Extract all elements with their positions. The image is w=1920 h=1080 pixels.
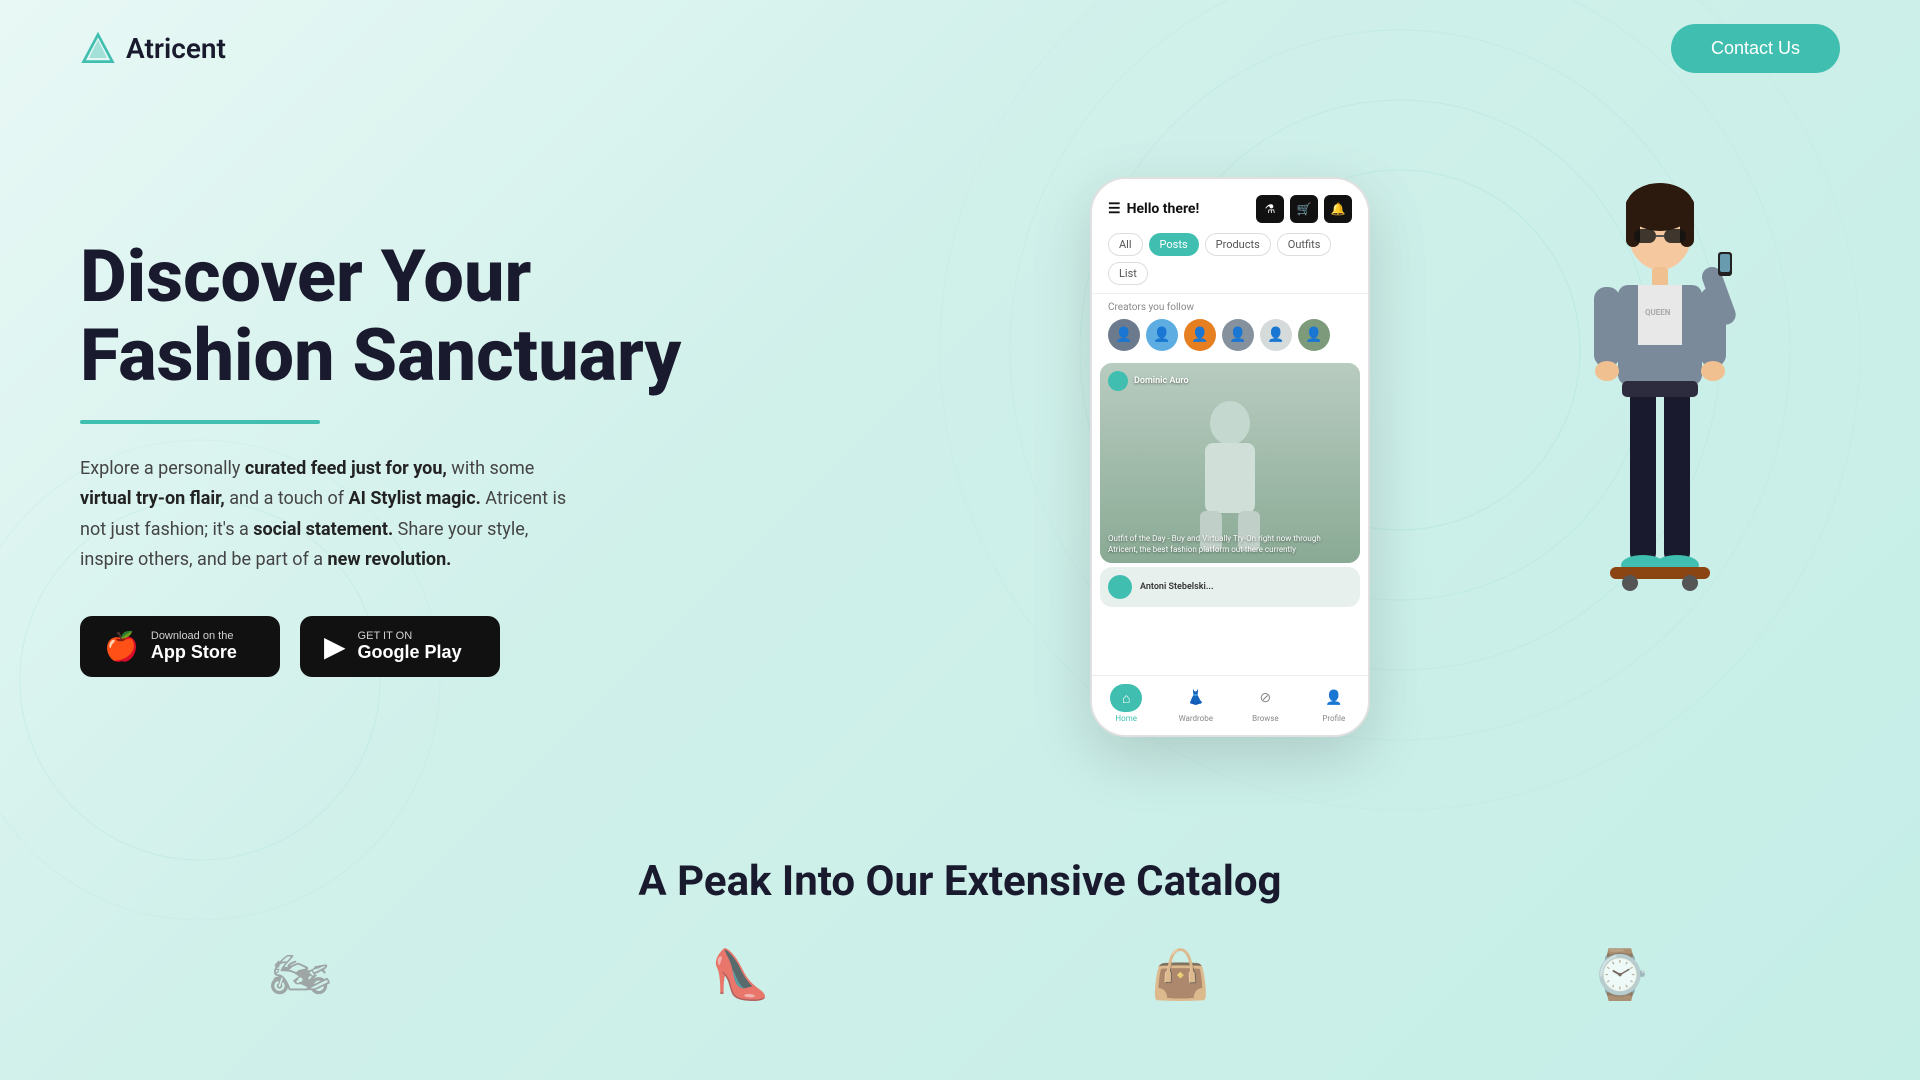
apple-icon: 🍎: [104, 630, 139, 663]
post-username: Dominic Auro: [1134, 376, 1189, 386]
logo-icon: [80, 31, 116, 67]
bell-icon[interactable]: 🔔: [1324, 195, 1352, 223]
phone-tabs: All Posts Products Outfits List: [1108, 233, 1352, 285]
contact-us-button[interactable]: Contact Us: [1671, 24, 1840, 73]
bottom-icon-1: 🏍: [270, 946, 331, 1003]
watch-icon: ⌚: [1590, 946, 1650, 1003]
profile-icon: 👤: [1325, 690, 1342, 706]
post-card-inner: Dominic Auro Outfit of the Day - Buy and…: [1100, 363, 1360, 563]
home-icon: ⌂: [1122, 690, 1130, 707]
nav-profile-label: Profile: [1322, 714, 1345, 723]
shoe-icon: 👠: [711, 946, 771, 1003]
bottom-icon-2: 👠: [711, 946, 771, 1003]
motorcycle-icon: 🏍: [270, 946, 331, 1003]
nav-profile-icon-wrap: 👤: [1318, 684, 1350, 712]
catalog-title: A Peak Into Our Extensive Catalog: [80, 857, 1840, 906]
hero-description: Explore a personally curated feed just f…: [80, 454, 580, 576]
phone-header: ☰ Hello there! ⚗ 🛒 🔔 All Posts Products …: [1092, 179, 1368, 294]
google-play-sub: GET IT ON: [358, 630, 413, 642]
bottom-icons-row: 🏍 👠 👜 ⌚: [0, 926, 1920, 1003]
post2-username: Antoni Stebelski...: [1140, 582, 1214, 592]
creators-label: Creators you follow: [1108, 302, 1352, 313]
nav-wardrobe-label: Wardrobe: [1179, 714, 1213, 723]
creators-avatars: 👤 👤 👤 👤 👤 👤: [1108, 319, 1352, 351]
cart-icon[interactable]: 🛒: [1290, 195, 1318, 223]
tab-products[interactable]: Products: [1205, 233, 1271, 256]
post-card-1[interactable]: Dominic Auro Outfit of the Day - Buy and…: [1100, 363, 1360, 563]
nav-home-label: Home: [1115, 714, 1137, 723]
hero-visual: ☰ Hello there! ⚗ 🛒 🔔 All Posts Products …: [700, 157, 1840, 757]
brand-name: Atricent: [126, 32, 226, 65]
bottom-icon-4: ⌚: [1590, 946, 1650, 1003]
nav-browse-icon-wrap: ⊘: [1249, 684, 1281, 712]
nav-wardrobe-icon-wrap: 👗: [1180, 684, 1212, 712]
phone-greeting: ☰ Hello there!: [1108, 201, 1199, 217]
title-underline: [80, 420, 320, 424]
phone-mockup: ☰ Hello there! ⚗ 🛒 🔔 All Posts Products …: [1090, 177, 1370, 737]
tab-posts[interactable]: Posts: [1149, 233, 1199, 256]
fashion-figure: QUEEN: [1580, 177, 1740, 697]
app-store-button[interactable]: 🍎 Download on the App Store: [80, 616, 280, 677]
post-card-2[interactable]: Antoni Stebelski...: [1100, 567, 1360, 607]
nav-home-icon-wrap: ⌂: [1110, 684, 1142, 712]
google-play-main: Google Play: [358, 642, 462, 663]
creator-avatar-1[interactable]: 👤: [1108, 319, 1140, 351]
bag-icon: 👜: [1151, 946, 1211, 1003]
tab-all[interactable]: All: [1108, 233, 1143, 256]
creator-avatar-6[interactable]: 👤: [1298, 319, 1330, 351]
nav-home[interactable]: ⌂ Home: [1110, 684, 1142, 723]
app-buttons: 🍎 Download on the App Store ▶ GET IT ON …: [80, 616, 700, 677]
phone-top-row: ☰ Hello there! ⚗ 🛒 🔔: [1108, 195, 1352, 223]
phone-bottom-nav: ⌂ Home 👗 Wardrobe ⊘ Browse: [1092, 675, 1368, 735]
post-user-info: Dominic Auro: [1108, 371, 1189, 391]
svg-text:QUEEN: QUEEN: [1645, 308, 1671, 317]
post-avatar: [1108, 371, 1128, 391]
post-caption: Outfit of the Day - Buy and Virtually Tr…: [1108, 534, 1352, 555]
creator-avatar-5[interactable]: 👤: [1260, 319, 1292, 351]
hero-title: Discover Your Fashion Sanctuary: [80, 237, 700, 395]
nav-wardrobe[interactable]: 👗 Wardrobe: [1179, 684, 1213, 723]
creator-avatar-3[interactable]: 👤: [1184, 319, 1216, 351]
creator-avatar-4[interactable]: 👤: [1222, 319, 1254, 351]
app-store-main: App Store: [151, 642, 237, 663]
hero-section: Discover Your Fashion Sanctuary Explore …: [0, 97, 1920, 797]
nav-browse-label: Browse: [1252, 714, 1279, 723]
phone-action-icons: ⚗ 🛒 🔔: [1256, 195, 1352, 223]
catalog-section: A Peak Into Our Extensive Catalog: [0, 797, 1920, 926]
app-store-sub: Download on the: [151, 630, 234, 642]
google-play-icon: ▶: [324, 630, 346, 663]
logo: Atricent: [80, 31, 226, 67]
google-play-button[interactable]: ▶ GET IT ON Google Play: [300, 616, 500, 677]
hero-content: Discover Your Fashion Sanctuary Explore …: [80, 237, 700, 677]
post-image: [1100, 363, 1360, 563]
tab-list[interactable]: List: [1108, 262, 1148, 285]
creators-section: Creators you follow 👤 👤 👤 👤 👤 👤: [1092, 294, 1368, 359]
fashion-illustration: QUEEN: [1580, 177, 1740, 697]
wardrobe-icon: 👗: [1187, 690, 1204, 706]
nav-profile[interactable]: 👤 Profile: [1318, 684, 1350, 723]
header: Atricent Contact Us: [0, 0, 1920, 97]
nav-browse[interactable]: ⊘ Browse: [1249, 684, 1281, 723]
tab-outfits[interactable]: Outfits: [1277, 233, 1332, 256]
filter-icon[interactable]: ⚗: [1256, 195, 1284, 223]
bottom-icon-3: 👜: [1151, 946, 1211, 1003]
browse-icon: ⊘: [1260, 690, 1272, 706]
post2-avatar: [1108, 575, 1132, 599]
creator-avatar-2[interactable]: 👤: [1146, 319, 1178, 351]
